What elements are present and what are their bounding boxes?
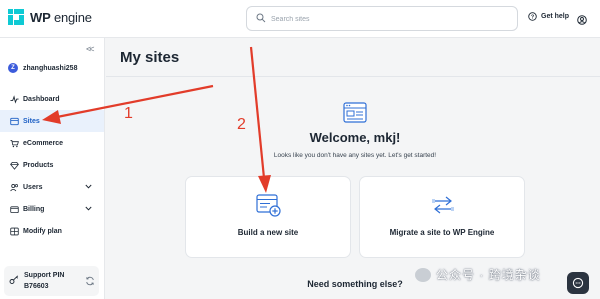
- arrow-2: [249, 46, 271, 193]
- annotation-step-1: 1: [124, 105, 133, 122]
- annotation-step-2: 2: [237, 116, 246, 133]
- annotation-arrows: [42, 46, 271, 193]
